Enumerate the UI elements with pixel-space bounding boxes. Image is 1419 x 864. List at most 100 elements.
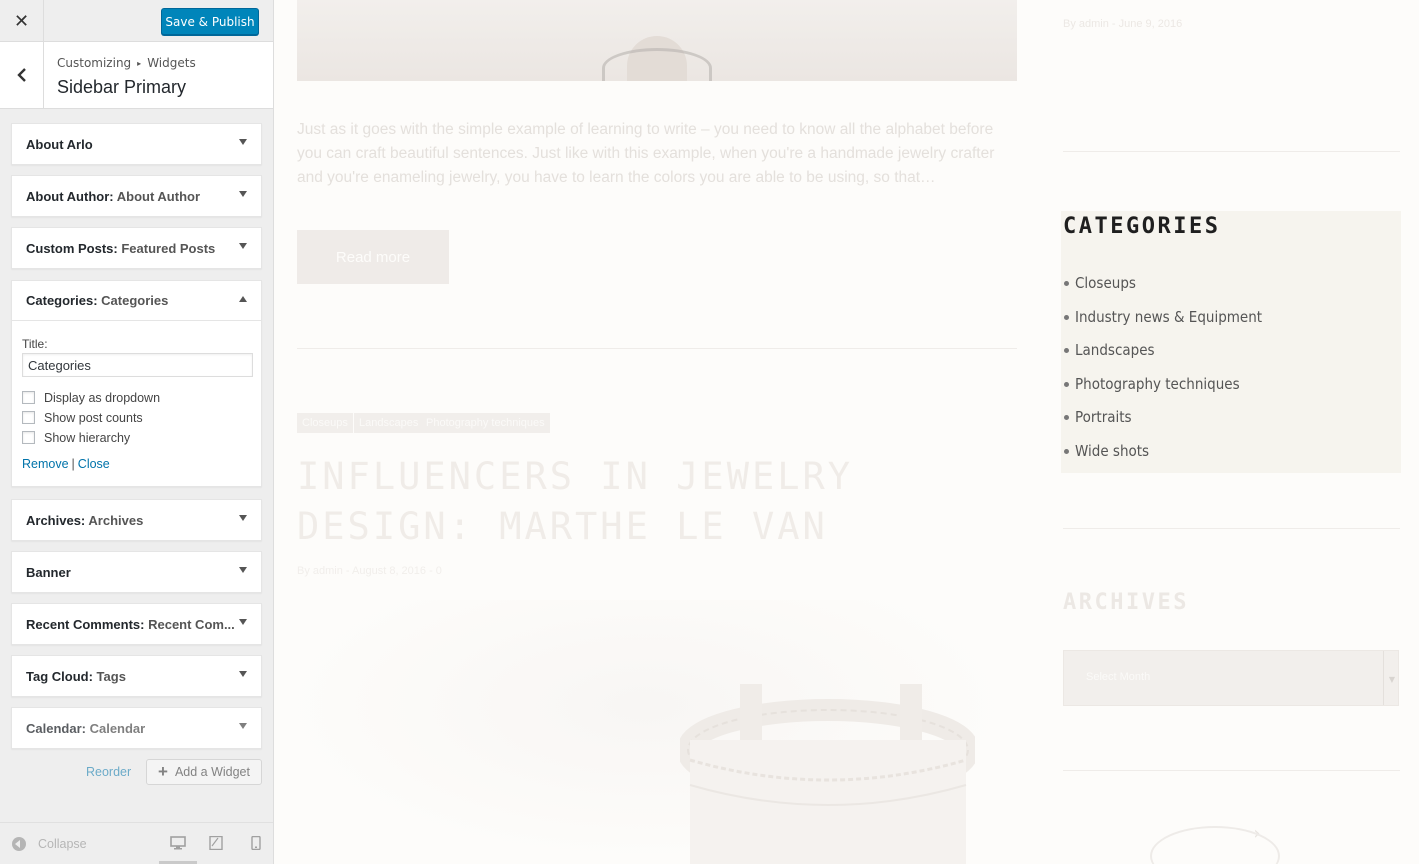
close-link[interactable]: Close: [78, 457, 110, 471]
category-label[interactable]: Wide shots: [1075, 442, 1149, 460]
widget-banner: Banner: [11, 551, 262, 593]
widget-custom-posts: Custom Posts: Featured Posts: [11, 227, 262, 269]
widget-header[interactable]: Custom Posts: Featured Posts: [12, 228, 261, 268]
bullet-icon: [1064, 448, 1069, 454]
title-label: Title:: [22, 337, 48, 351]
chevron-down-icon: ▼: [1388, 675, 1395, 684]
category-item[interactable]: Closeups: [1064, 274, 1136, 292]
category-item[interactable]: Industry news & Equipment: [1064, 308, 1262, 326]
post-featured-image[interactable]: [297, 0, 1017, 81]
close-customizer-button[interactable]: ✕: [0, 0, 44, 42]
desktop-preview-icon[interactable]: [170, 836, 186, 850]
sidebar-divider: [1063, 770, 1400, 771]
post-tag[interactable]: Landscapes: [354, 413, 424, 433]
widget-title: Archives: [26, 512, 81, 528]
expand-arrow-icon[interactable]: [239, 567, 247, 573]
widget-about-arlo: About Arlo: [11, 123, 262, 165]
widget-title: Recent Comments: [26, 616, 141, 632]
remove-link[interactable]: Remove: [22, 457, 69, 471]
tablet-preview-icon[interactable]: [208, 836, 224, 850]
option-post-counts: Show post counts: [22, 409, 251, 426]
widget-header[interactable]: Banner: [12, 552, 261, 592]
add-widget-label: Add a Widget: [174, 765, 250, 779]
widget-title: Categories: [26, 293, 94, 308]
widget-actions: Remove | Close: [22, 457, 251, 471]
widget-title: Calendar: [26, 720, 82, 736]
hierarchy-checkbox[interactable]: [22, 431, 35, 444]
widget-tag-cloud: Tag Cloud: Tags: [11, 655, 262, 697]
add-widget-button[interactable]: + Add a Widget: [146, 759, 262, 785]
dropdown-checkbox[interactable]: [22, 391, 35, 404]
select-separator: [1383, 651, 1384, 705]
bracelet-image: [680, 684, 975, 864]
widget-about-author: About Author: About Author: [11, 175, 262, 217]
category-label[interactable]: Industry news & Equipment: [1075, 308, 1262, 326]
post-title[interactable]: INFLUENCERS IN JEWELRY DESIGN: MARTHE LE…: [297, 452, 1017, 552]
widget-instance-title: Archives: [88, 512, 144, 528]
customizer-footer: Collapse: [0, 822, 273, 864]
post-tag[interactable]: Photography techniques: [421, 413, 550, 433]
post-excerpt: Just as it goes with the simple example …: [297, 121, 995, 186]
collapse-button[interactable]: Collapse: [12, 837, 87, 851]
categories-widget-preview[interactable]: CATEGORIES Closeups Industry news & Equi…: [1061, 211, 1401, 473]
category-item[interactable]: Photography techniques: [1064, 375, 1240, 393]
widget-instance-title: About Author: [116, 188, 201, 204]
read-more-button[interactable]: Read more: [297, 230, 449, 284]
category-label[interactable]: Closeups: [1075, 274, 1136, 292]
widget-instance-title: Tags: [96, 668, 126, 684]
mobile-preview-icon[interactable]: [249, 836, 265, 850]
post-counts-checkbox[interactable]: [22, 411, 35, 424]
bullet-icon: [1064, 347, 1069, 353]
category-item[interactable]: Portraits: [1064, 408, 1132, 426]
post-tag[interactable]: Closeups: [297, 413, 353, 433]
expand-arrow-icon[interactable]: [239, 723, 247, 729]
expand-arrow-icon[interactable]: [239, 515, 247, 521]
plus-icon: +: [158, 762, 168, 781]
category-item[interactable]: Wide shots: [1064, 442, 1149, 460]
section-title-bar: Customizing ▸ Widgets Sidebar Primary: [0, 42, 273, 109]
widget-title: Banner: [26, 564, 71, 580]
chevron-left-icon: [16, 68, 26, 82]
widget-header[interactable]: Tag Cloud: Tags: [12, 656, 261, 696]
collapse-label: Collapse: [38, 837, 87, 851]
breadcrumb-root: Customizing: [57, 56, 132, 70]
save-publish-button[interactable]: Save & Publish: [161, 8, 259, 35]
archives-select-placeholder: Select Month: [1086, 671, 1151, 683]
category-item[interactable]: Landscapes: [1064, 341, 1155, 359]
archives-select[interactable]: Select Month ▼: [1063, 650, 1399, 706]
category-label[interactable]: Landscapes: [1075, 341, 1155, 359]
dropdown-checkbox-label[interactable]: Display as dropdown: [44, 391, 160, 405]
widget-header[interactable]: Calendar: Calendar: [12, 708, 261, 748]
widget-header[interactable]: Categories: Categories: [12, 281, 261, 321]
breadcrumb: Customizing ▸ Widgets: [57, 56, 196, 70]
widget-header[interactable]: Recent Comments: Recent Com...: [12, 604, 261, 644]
bullet-icon: [1064, 314, 1069, 320]
collapse-arrow-icon[interactable]: [239, 296, 247, 302]
title-input[interactable]: [22, 353, 253, 377]
reorder-link[interactable]: Reorder: [86, 765, 131, 779]
widget-header[interactable]: About Author: About Author: [12, 176, 261, 216]
widget-header[interactable]: Archives: Archives: [12, 500, 261, 540]
post-divider: [297, 348, 1017, 349]
expand-arrow-icon[interactable]: [239, 671, 247, 677]
widget-title: About Arlo: [26, 136, 93, 152]
widget-instance-title: Featured Posts: [121, 240, 216, 256]
customizer-header: ✕ Save & Publish: [0, 0, 273, 42]
expand-arrow-icon[interactable]: [239, 243, 247, 249]
widget-archives: Archives: Archives: [11, 499, 262, 541]
back-button[interactable]: [0, 42, 44, 108]
category-label[interactable]: Photography techniques: [1075, 375, 1240, 393]
widget-instance-title: Calendar: [89, 720, 146, 736]
customizer-panel: ✕ Save & Publish Customizing ▸ Widgets Sid…: [0, 0, 274, 864]
post-meta: By admin - August 8, 2016 - 0: [297, 565, 442, 577]
expand-arrow-icon[interactable]: [239, 191, 247, 197]
category-label[interactable]: Portraits: [1075, 408, 1132, 426]
sidebar-post-meta: By admin - June 9, 2016: [1063, 18, 1183, 30]
breadcrumb-leaf: Widgets: [147, 56, 196, 70]
expand-arrow-icon[interactable]: [239, 139, 247, 145]
section-heading: Sidebar Primary: [57, 77, 187, 97]
post-counts-checkbox-label[interactable]: Show post counts: [44, 411, 143, 425]
widget-header[interactable]: About Arlo: [12, 124, 261, 164]
expand-arrow-icon[interactable]: [239, 619, 247, 625]
hierarchy-checkbox-label[interactable]: Show hierarchy: [44, 431, 130, 445]
